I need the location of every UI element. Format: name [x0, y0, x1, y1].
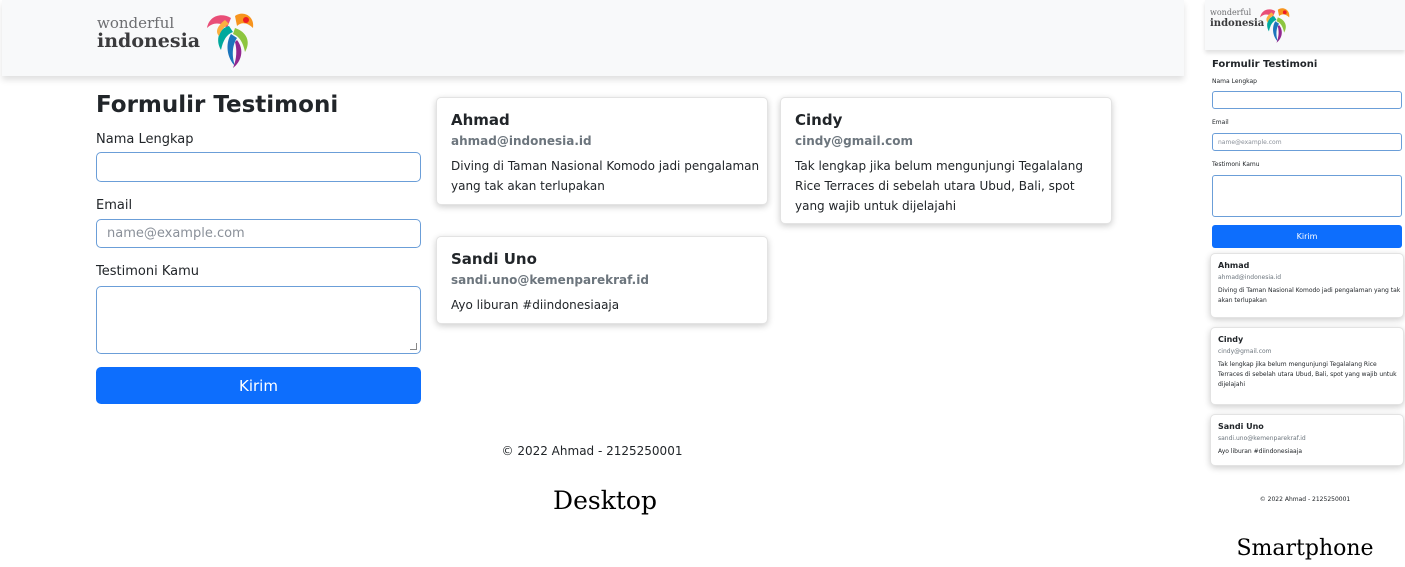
email-label: Email — [96, 198, 133, 213]
testimonial-name: Ahmad — [451, 111, 510, 129]
brand-logo[interactable]: wonderful indonesia — [97, 10, 257, 70]
form-title: Formulir Testimoni — [1212, 59, 1318, 70]
email-label: Email — [1212, 119, 1229, 126]
garuda-bird-icon — [207, 13, 254, 68]
testimonial-text: Ayo liburan #diindonesiaaja — [1218, 448, 1303, 455]
name-input[interactable] — [1212, 91, 1402, 109]
testimonial-text: Diving di Taman Nasional Komodo jadi pen… — [1218, 287, 1401, 304]
testimonial-email: sandi.uno@kemenparekraf.id — [451, 273, 649, 287]
submit-button[interactable]: Kirim — [1212, 225, 1402, 248]
testimonial-card: Ahmad ahmad@indonesia.id Diving di Taman… — [1210, 253, 1404, 318]
testimonial-text: Ayo liburan #diindonesiaaja — [451, 298, 620, 312]
caption-smartphone: Smartphone — [1236, 536, 1374, 561]
testimonial-card: Sandi Uno sandi.uno@kemenparekraf.id Ayo… — [436, 236, 768, 324]
logo-wonderful-text: wonderful — [1210, 8, 1252, 17]
submit-button[interactable]: Kirim — [96, 367, 421, 404]
testimoni-label: Testimoni Kamu — [96, 264, 199, 279]
logo-indonesia-text: indonesia — [97, 30, 201, 52]
testimoni-textarea[interactable] — [96, 286, 421, 354]
testimonial-name: Cindy — [795, 111, 843, 129]
testimonial-name: Sandi Uno — [1218, 422, 1264, 431]
brand-logo[interactable]: wonderful indonesia — [1210, 6, 1290, 43]
testimoni-label: Testimoni Kamu — [1212, 161, 1260, 168]
testimonial-text: Tak lengkap jika belum mengunjungi Tegal… — [1218, 361, 1397, 388]
navbar: wonderful indonesia — [2, 0, 1184, 76]
navbar: wonderful indonesia — [1205, 0, 1405, 50]
email-input[interactable]: name@example.com — [96, 219, 421, 248]
smartphone-mockup: wonderful indonesia Formulir Testimoni N… — [1205, 0, 1405, 567]
testimonial-text: Diving di Taman Nasional Komodo jadi pen… — [451, 159, 760, 193]
name-input[interactable] — [96, 152, 421, 182]
form-title: Formulir Testimoni — [96, 92, 339, 118]
testimonial-card: Cindy cindy@gmail.com Tak lengkap jika b… — [1210, 327, 1404, 405]
testimonial-email: sandi.uno@kemenparekraf.id — [1218, 435, 1306, 442]
testimonial-name: Sandi Uno — [451, 250, 537, 268]
garuda-bird-icon — [1260, 8, 1290, 43]
testimonial-email: cindy@gmail.com — [1218, 348, 1272, 355]
testimonial-card: Cindy cindy@gmail.com Tak lengkap jika b… — [780, 97, 1112, 224]
testimonial-card: Ahmad ahmad@indonesia.id Diving di Taman… — [436, 97, 768, 205]
name-label: Nama Lengkap — [1212, 78, 1257, 85]
testimonial-name: Cindy — [1218, 335, 1244, 344]
testimonial-email: ahmad@indonesia.id — [1218, 274, 1282, 281]
testimoni-textarea[interactable] — [1212, 175, 1402, 217]
resize-handle-icon[interactable] — [410, 343, 417, 350]
desktop-mockup: wonderful indonesia Formulir Testimoni N… — [0, 0, 1184, 567]
email-input[interactable]: name@example.com — [1212, 133, 1402, 151]
testimonial-email: cindy@gmail.com — [795, 134, 914, 148]
testimonial-name: Ahmad — [1218, 261, 1250, 270]
caption-desktop: Desktop — [553, 486, 657, 515]
testimonial-email: ahmad@indonesia.id — [451, 134, 592, 148]
footer-copyright: © 2022 Ahmad - 2125250001 — [501, 444, 683, 458]
name-label: Nama Lengkap — [96, 132, 194, 147]
testimonial-card: Sandi Uno sandi.uno@kemenparekraf.id Ayo… — [1210, 414, 1404, 466]
footer-copyright: © 2022 Ahmad - 2125250001 — [1259, 496, 1351, 503]
testimonial-text: Tak lengkap jika belum mengunjungi Tegal… — [795, 159, 1083, 213]
